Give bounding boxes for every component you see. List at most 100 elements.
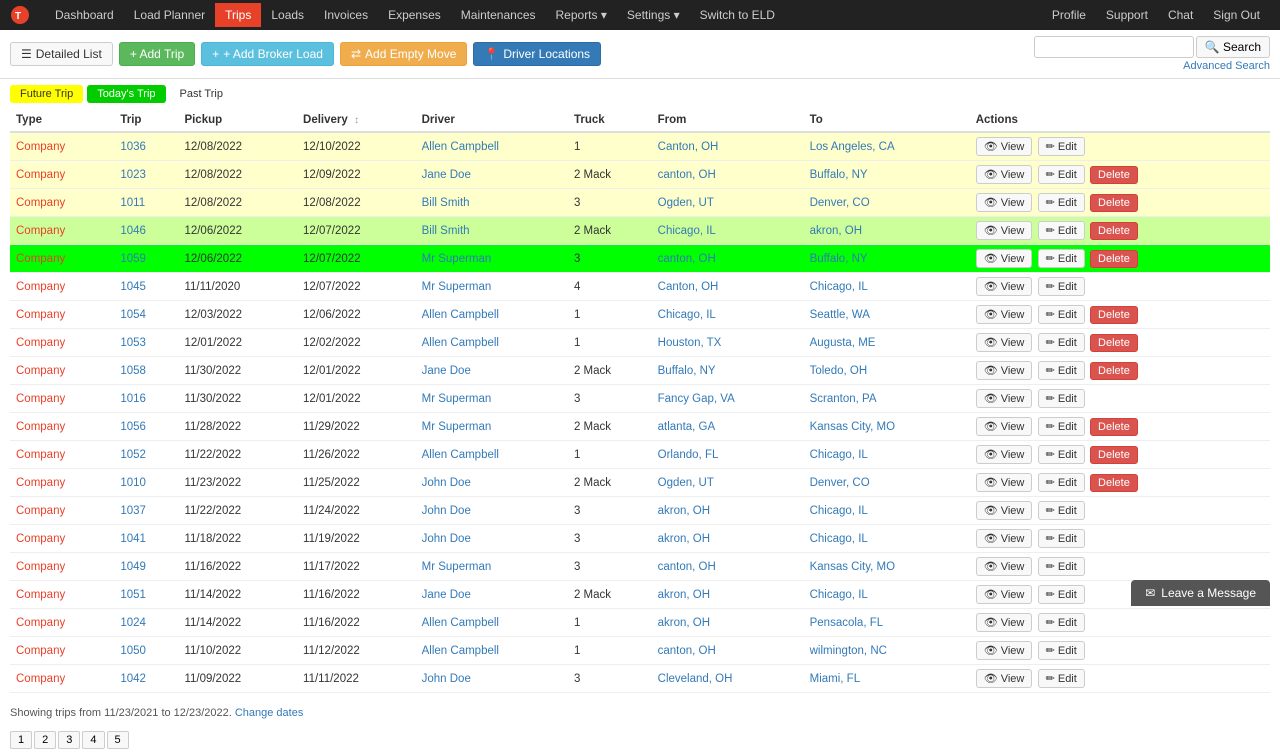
filter-past-trip[interactable]: Past Trip [170, 85, 233, 103]
view-button[interactable]: 👁 View [976, 585, 1033, 604]
edit-button[interactable]: ✏ Edit [1038, 585, 1085, 604]
search-input[interactable] [1034, 36, 1194, 58]
driver-locations-button[interactable]: 📍 Driver Locations [473, 42, 601, 66]
nav-support[interactable]: Support [1096, 3, 1158, 27]
edit-button[interactable]: ✏ Edit [1038, 305, 1085, 324]
edit-button[interactable]: ✏ Edit [1038, 669, 1085, 688]
edit-button[interactable]: ✏ Edit [1038, 613, 1085, 632]
edit-button[interactable]: ✏ Edit [1038, 361, 1085, 380]
nav-switch-eld[interactable]: Switch to ELD [690, 3, 785, 27]
leave-message-button[interactable]: ✉ Leave a Message [1131, 580, 1270, 606]
nav-loads[interactable]: Loads [261, 3, 314, 27]
delete-button[interactable]: Delete [1090, 334, 1138, 352]
cell-trip: 1011 [114, 189, 178, 217]
col-delivery[interactable]: Delivery ↕ [297, 109, 416, 132]
view-button[interactable]: 👁 View [976, 361, 1033, 380]
delete-button[interactable]: Delete [1090, 418, 1138, 436]
nav-trips[interactable]: Trips [215, 3, 261, 27]
view-button[interactable]: 👁 View [976, 389, 1033, 408]
cell-truck: 2 Mack [568, 413, 652, 441]
detailed-list-button[interactable]: ☰ Detailed List [10, 42, 113, 66]
view-button[interactable]: 👁 View [976, 445, 1033, 464]
view-button[interactable]: 👁 View [976, 529, 1033, 548]
edit-button[interactable]: ✏ Edit [1038, 417, 1085, 436]
nav-load-planner[interactable]: Load Planner [124, 3, 215, 27]
nav-settings[interactable]: Settings [617, 3, 690, 27]
edit-button[interactable]: ✏ Edit [1038, 277, 1085, 296]
view-button[interactable]: 👁 View [976, 221, 1033, 240]
view-button[interactable]: 👁 View [976, 193, 1033, 212]
view-button[interactable]: 👁 View [976, 249, 1033, 268]
view-button[interactable]: 👁 View [976, 641, 1033, 660]
filter-tabs: Future Trip Today's Trip Past Trip [0, 79, 1280, 103]
table-row: Company 1010 11/23/2022 11/25/2022 John … [10, 469, 1270, 497]
delete-button[interactable]: Delete [1090, 194, 1138, 212]
page-btn-3[interactable]: 3 [58, 731, 80, 749]
delete-button[interactable]: Delete [1090, 362, 1138, 380]
delete-button[interactable]: Delete [1090, 474, 1138, 492]
view-button[interactable]: 👁 View [976, 473, 1033, 492]
cell-to: wilmington, NC [804, 637, 970, 665]
edit-button[interactable]: ✏ Edit [1038, 333, 1085, 352]
add-broker-load-button[interactable]: + + Add Broker Load [201, 42, 334, 66]
view-button[interactable]: 👁 View [976, 417, 1033, 436]
cell-truck: 1 [568, 637, 652, 665]
edit-button[interactable]: ✏ Edit [1038, 557, 1085, 576]
delete-button[interactable]: Delete [1090, 306, 1138, 324]
table-row: Company 1049 11/16/2022 11/17/2022 Mr Su… [10, 553, 1270, 581]
table-row: Company 1050 11/10/2022 11/12/2022 Allen… [10, 637, 1270, 665]
view-button[interactable]: 👁 View [976, 137, 1033, 156]
cell-truck: 1 [568, 132, 652, 161]
delete-button[interactable]: Delete [1090, 250, 1138, 268]
delete-button[interactable]: Delete [1090, 166, 1138, 184]
nav-sign-out[interactable]: Sign Out [1203, 3, 1270, 27]
view-button[interactable]: 👁 View [976, 333, 1033, 352]
view-button[interactable]: 👁 View [976, 305, 1033, 324]
view-button[interactable]: 👁 View [976, 669, 1033, 688]
view-button[interactable]: 👁 View [976, 165, 1033, 184]
change-dates-link[interactable]: Change dates [235, 707, 304, 719]
cell-delivery: 11/24/2022 [297, 497, 416, 525]
delete-button[interactable]: Delete [1090, 222, 1138, 240]
add-empty-move-button[interactable]: ⇄ Add Empty Move [340, 42, 467, 66]
edit-button[interactable]: ✏ Edit [1038, 473, 1085, 492]
footer-text: Showing trips from 11/23/2021 to 12/23/2… [0, 699, 1280, 727]
nav-expenses[interactable]: Expenses [378, 3, 451, 27]
view-button[interactable]: 👁 View [976, 501, 1033, 520]
cell-actions: 👁 View ✏ Edit [970, 637, 1270, 665]
nav-invoices[interactable]: Invoices [314, 3, 378, 27]
cell-from: Cleveland, OH [652, 665, 804, 693]
edit-button[interactable]: ✏ Edit [1038, 641, 1085, 660]
nav-reports[interactable]: Reports [546, 3, 617, 27]
view-button[interactable]: 👁 View [976, 277, 1033, 296]
nav-dashboard[interactable]: Dashboard [45, 3, 124, 27]
filter-today-trip[interactable]: Today's Trip [87, 85, 165, 103]
page-btn-2[interactable]: 2 [34, 731, 56, 749]
edit-button[interactable]: ✏ Edit [1038, 501, 1085, 520]
view-button[interactable]: 👁 View [976, 613, 1033, 632]
edit-button[interactable]: ✏ Edit [1038, 529, 1085, 548]
nav-chat[interactable]: Chat [1158, 3, 1203, 27]
edit-button[interactable]: ✏ Edit [1038, 193, 1085, 212]
page-btn-5[interactable]: 5 [107, 731, 129, 749]
nav-profile[interactable]: Profile [1042, 3, 1096, 27]
cell-actions: 👁 View ✏ Edit Delete [970, 161, 1270, 189]
edit-button[interactable]: ✏ Edit [1038, 221, 1085, 240]
search-button[interactable]: 🔍 Search [1196, 36, 1270, 58]
page-btn-4[interactable]: 4 [82, 731, 104, 749]
advanced-search-link[interactable]: Advanced Search [1034, 60, 1270, 72]
edit-button[interactable]: ✏ Edit [1038, 165, 1085, 184]
page-btn-1[interactable]: 1 [10, 731, 32, 749]
edit-button[interactable]: ✏ Edit [1038, 389, 1085, 408]
cell-trip: 1056 [114, 413, 178, 441]
view-button[interactable]: 👁 View [976, 557, 1033, 576]
nav-maintenances[interactable]: Maintenances [451, 3, 546, 27]
edit-button[interactable]: ✏ Edit [1038, 445, 1085, 464]
edit-button[interactable]: ✏ Edit [1038, 137, 1085, 156]
edit-button[interactable]: ✏ Edit [1038, 249, 1085, 268]
cell-from: Canton, OH [652, 132, 804, 161]
add-trip-button[interactable]: + Add Trip [119, 42, 195, 66]
col-truck: Truck [568, 109, 652, 132]
delete-button[interactable]: Delete [1090, 446, 1138, 464]
filter-future-trip[interactable]: Future Trip [10, 85, 83, 103]
